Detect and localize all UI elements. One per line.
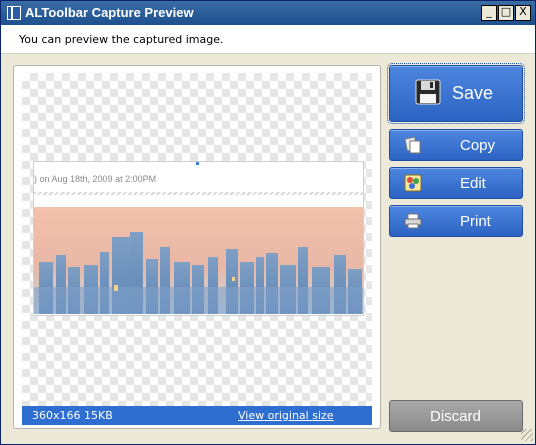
captured-image: ) on Aug 18th, 2009 at 2:00PM xyxy=(33,161,364,316)
print-button[interactable]: Print xyxy=(389,205,523,237)
transparent-background: ) on Aug 18th, 2009 at 2:00PM xyxy=(22,73,372,406)
discard-label: Discard xyxy=(430,408,481,425)
preview-panel: ) on Aug 18th, 2009 at 2:00PM 360x166 15… xyxy=(13,65,381,429)
copy-label: Copy xyxy=(460,137,496,154)
minimize-button[interactable]: _ xyxy=(481,5,497,21)
edit-label: Edit xyxy=(460,175,486,192)
copy-button[interactable]: Copy xyxy=(389,129,523,161)
copy-icon xyxy=(404,136,421,154)
dotted-divider xyxy=(34,192,363,195)
resize-grip[interactable] xyxy=(521,429,533,441)
header-area: You can preview the captured image. xyxy=(1,25,535,54)
maximize-button[interactable]: □ xyxy=(498,5,514,21)
save-label: Save xyxy=(452,83,494,103)
edit-button[interactable]: Edit xyxy=(389,167,523,199)
selection-marker xyxy=(196,162,199,165)
preview-status-bar: 360x166 15KB View original size xyxy=(22,406,372,425)
floppy-disk-icon xyxy=(415,79,441,105)
close-button[interactable]: X xyxy=(515,5,531,21)
capture-preview-window: ALToolbar Capture Preview _ □ X You can … xyxy=(0,0,536,445)
edit-icon xyxy=(404,174,422,192)
printer-icon xyxy=(404,213,422,229)
save-button[interactable]: Save xyxy=(387,63,525,124)
view-original-size-link[interactable]: View original size xyxy=(238,409,334,422)
window-title: ALToolbar Capture Preview xyxy=(25,5,194,20)
app-icon xyxy=(7,6,21,20)
captured-caption-text: ) on Aug 18th, 2009 at 2:00PM xyxy=(34,174,157,184)
image-size-info: 360x166 15KB xyxy=(32,409,113,422)
city-skyline-photo xyxy=(34,207,363,314)
title-bar[interactable]: ALToolbar Capture Preview _ □ X xyxy=(1,1,535,25)
print-label: Print xyxy=(460,213,491,230)
discard-button[interactable]: Discard xyxy=(389,400,523,432)
instruction-text: You can preview the captured image. xyxy=(19,33,224,46)
